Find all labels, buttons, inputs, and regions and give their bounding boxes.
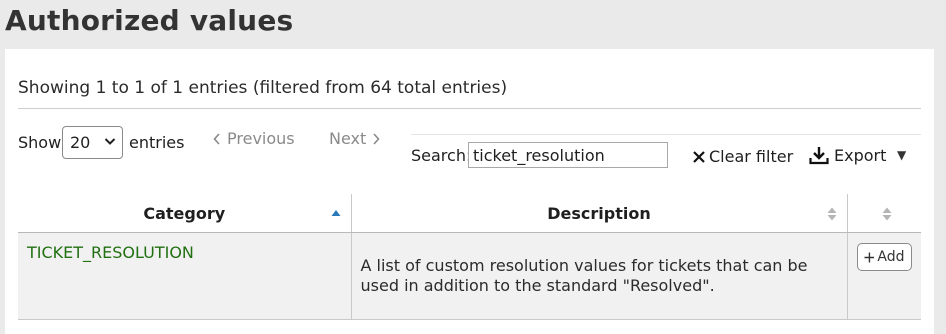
column-header-label: Category	[143, 203, 226, 223]
actions-cell: Add	[847, 232, 921, 320]
description-text: A list of custom resolution values for t…	[360, 256, 808, 295]
authorized-values-panel: Showing 1 to 1 of 1 entries (filtered fr…	[5, 49, 934, 334]
show-label: Show	[18, 133, 62, 152]
table-row: TICKET_RESOLUTION A list of custom resol…	[18, 232, 921, 320]
add-button-label: Add	[877, 249, 905, 265]
column-header-description[interactable]: Description	[351, 194, 848, 233]
description-cell: A list of custom resolution values for t…	[351, 232, 848, 320]
search-label: Search:	[411, 146, 472, 165]
sort-both-icon	[882, 207, 892, 221]
column-header-actions[interactable]	[847, 194, 921, 233]
next-page-label: Next	[329, 129, 367, 148]
chevron-right-icon	[373, 132, 380, 145]
next-page-button[interactable]: Next	[329, 129, 380, 148]
clear-filter-label: Clear filter	[709, 147, 794, 166]
export-button[interactable]: Export	[809, 146, 886, 165]
table-header-row: Category Description	[18, 194, 921, 233]
clear-filter-button[interactable]: Clear filter	[692, 147, 793, 166]
previous-page-button[interactable]: Previous	[213, 129, 295, 148]
sort-ascending-icon	[331, 210, 340, 216]
page-length-value: 20	[70, 133, 91, 152]
export-label: Export	[834, 146, 887, 165]
sort-both-icon	[827, 207, 836, 221]
previous-page-label: Previous	[227, 129, 295, 148]
plus-icon	[863, 252, 874, 262]
table-info: Showing 1 to 1 of 1 entries (filtered fr…	[18, 78, 508, 98]
close-icon	[693, 150, 705, 163]
chevron-down-icon	[104, 138, 116, 145]
info-divider	[18, 108, 921, 109]
caret-down-icon[interactable]: ▼	[897, 148, 906, 162]
page-title: Authorized values	[5, 4, 294, 37]
entries-label: entries	[129, 133, 185, 152]
add-value-button[interactable]: Add	[856, 243, 912, 271]
column-header-label: Description	[547, 203, 651, 223]
category-link[interactable]: TICKET_RESOLUTION	[27, 243, 194, 262]
authorized-values-table: Category Description TICKET_RESOLUTION A…	[18, 194, 921, 320]
column-header-category[interactable]: Category	[18, 194, 352, 233]
chevron-left-icon	[213, 132, 220, 145]
search-input[interactable]	[468, 142, 668, 168]
controls-divider	[411, 134, 921, 135]
page-length-select[interactable]: 20	[62, 126, 123, 159]
download-icon	[809, 147, 829, 165]
category-cell: TICKET_RESOLUTION	[18, 232, 352, 320]
